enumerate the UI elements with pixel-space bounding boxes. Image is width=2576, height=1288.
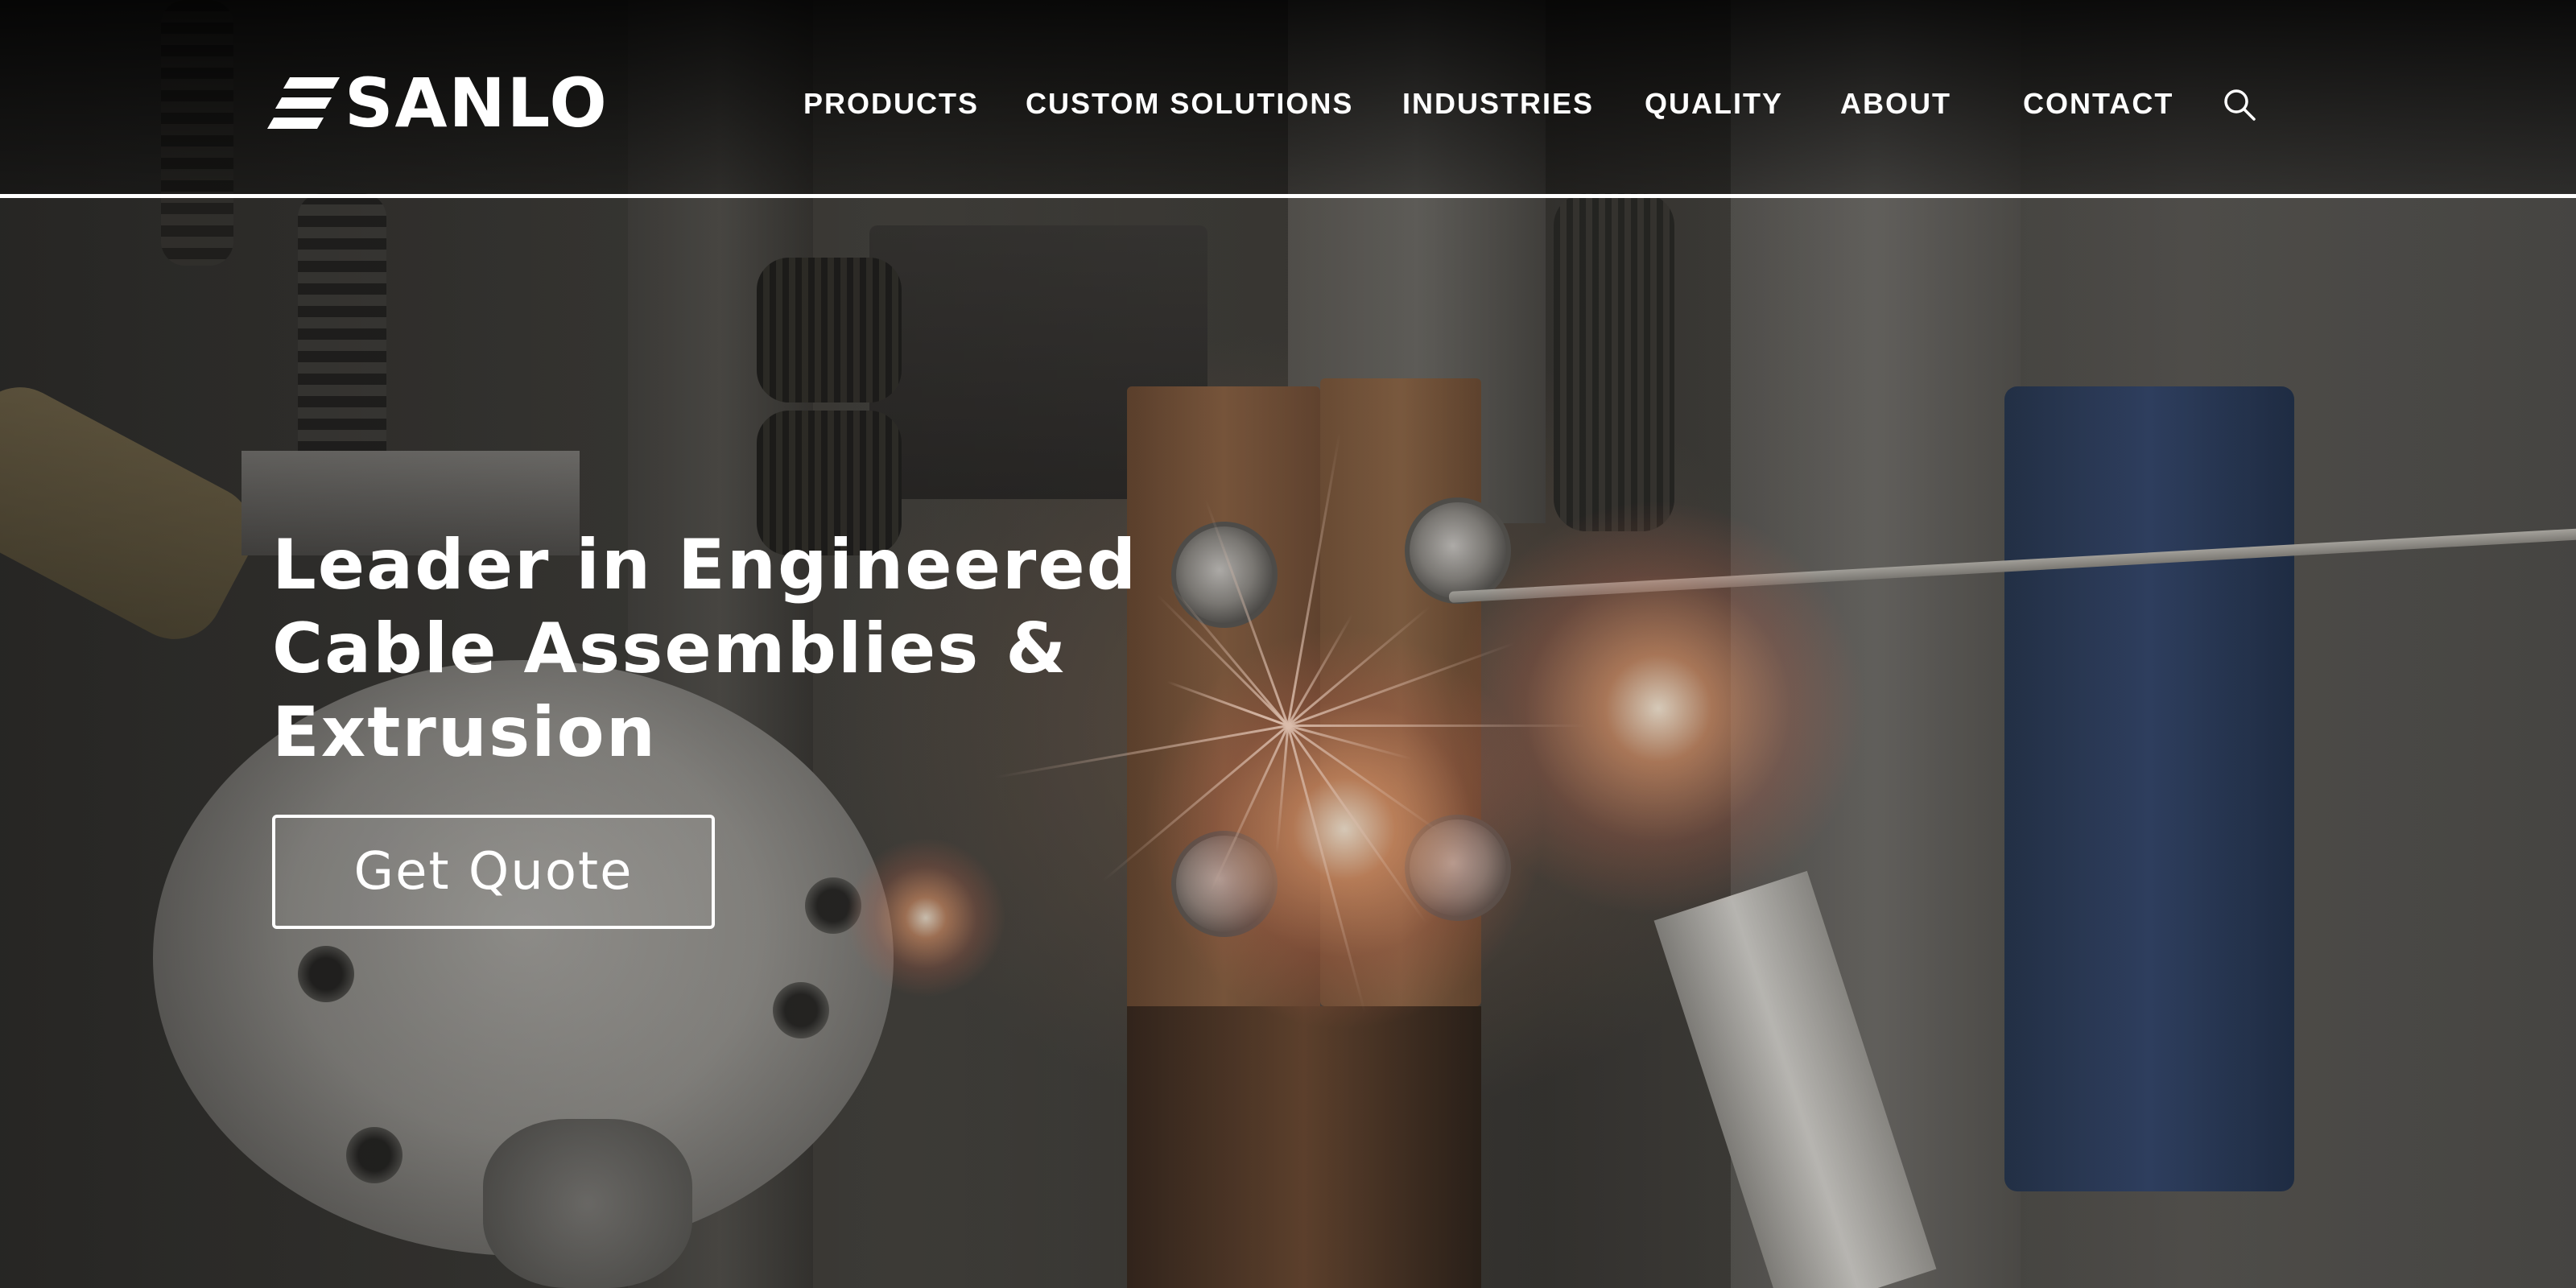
logo-icon <box>266 77 341 129</box>
nav-item-contact[interactable]: CONTACT <box>2023 87 2174 121</box>
hero-headline-line: Cable Assemblies & <box>272 609 1068 689</box>
search-icon[interactable] <box>2222 87 2257 122</box>
nav-item-industries[interactable]: INDUSTRIES <box>1402 87 1594 121</box>
nav-item-quality[interactable]: QUALITY <box>1645 87 1783 121</box>
hero-headline-line: Leader in Engineered <box>272 525 1138 605</box>
nav-item-custom-solutions[interactable]: CUSTOM SOLUTIONS <box>1026 87 1353 121</box>
hero-section: SANLO PRODUCTS CUSTOM SOLUTIONS INDUSTRI… <box>0 0 2576 1288</box>
hero-headline-line: Extrusion <box>272 692 657 773</box>
logo-text: SANLO <box>345 64 609 142</box>
get-quote-button[interactable]: Get Quote <box>272 815 715 929</box>
nav-item-about[interactable]: ABOUT <box>1840 87 1951 121</box>
logo-link[interactable]: SANLO <box>266 69 607 137</box>
nav-item-products[interactable]: PRODUCTS <box>803 87 979 121</box>
hero-headline: Leader in Engineered Cable Assemblies & … <box>272 523 1158 774</box>
site-header: SANLO PRODUCTS CUSTOM SOLUTIONS INDUSTRI… <box>0 0 2576 198</box>
